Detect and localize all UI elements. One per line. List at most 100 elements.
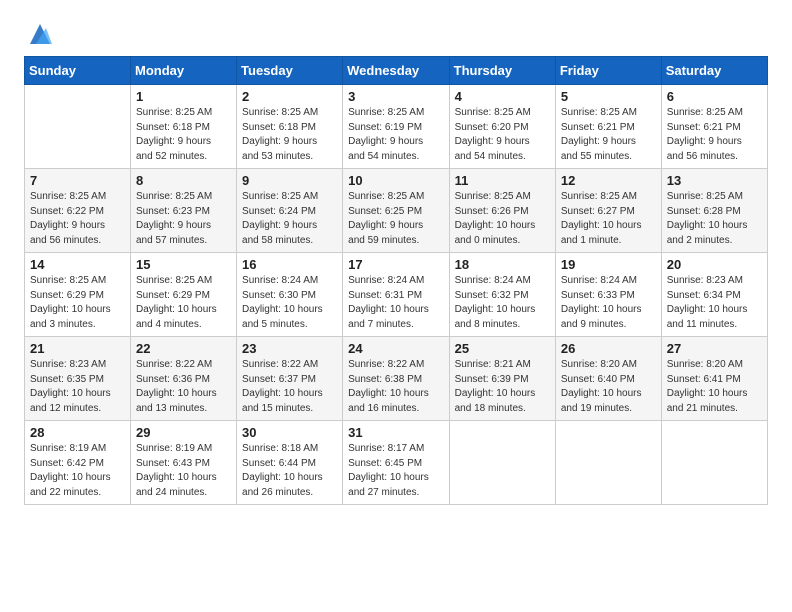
day-number: 11: [455, 173, 550, 188]
calendar-cell: 8 Sunrise: 8:25 AM Sunset: 6:23 PM Daylig…: [131, 169, 237, 253]
day-number: 7: [30, 173, 125, 188]
day-info: Sunrise: 8:20 AM Sunset: 6:40 PM Dayligh…: [561, 358, 656, 416]
day-info: Sunrise: 8:25 AM Sunset: 6:21 PM Dayligh…: [667, 106, 762, 164]
day-number: 10: [348, 173, 443, 188]
day-info: Sunrise: 8:25 AM Sunset: 6:21 PM Dayligh…: [561, 106, 656, 164]
day-number: 13: [667, 173, 762, 188]
day-info: Sunrise: 8:20 AM Sunset: 6:41 PM Dayligh…: [667, 358, 762, 416]
day-info: Sunrise: 8:24 AM Sunset: 6:30 PM Dayligh…: [242, 274, 337, 332]
calendar-cell: 25 Sunrise: 8:21 AM Sunset: 6:39 PM Dayli…: [449, 337, 555, 421]
calendar-cell: 18 Sunrise: 8:24 AM Sunset: 6:32 PM Dayli…: [449, 253, 555, 337]
calendar-cell: 26 Sunrise: 8:20 AM Sunset: 6:40 PM Dayli…: [555, 337, 661, 421]
day-number: 31: [348, 425, 443, 440]
calendar-cell: 6 Sunrise: 8:25 AM Sunset: 6:21 PM Daylig…: [661, 85, 767, 169]
day-info: Sunrise: 8:17 AM Sunset: 6:45 PM Dayligh…: [348, 442, 443, 500]
calendar-cell: 14Sunrise: 8:25 AM Sunset: 6:29 PM Dayli…: [25, 253, 131, 337]
day-info: Sunrise: 8:24 AM Sunset: 6:31 PM Dayligh…: [348, 274, 443, 332]
logo-icon: [26, 20, 54, 48]
week-row-3: 14Sunrise: 8:25 AM Sunset: 6:29 PM Dayli…: [25, 253, 768, 337]
day-number: 4: [455, 89, 550, 104]
day-number: 22: [136, 341, 231, 356]
day-number: 3: [348, 89, 443, 104]
calendar-cell: [449, 421, 555, 505]
day-number: 6: [667, 89, 762, 104]
day-info: Sunrise: 8:25 AM Sunset: 6:22 PM Dayligh…: [30, 190, 125, 248]
day-number: 18: [455, 257, 550, 272]
calendar-cell: 22 Sunrise: 8:22 AM Sunset: 6:36 PM Dayli…: [131, 337, 237, 421]
calendar-cell: 12 Sunrise: 8:25 AM Sunset: 6:27 PM Dayli…: [555, 169, 661, 253]
calendar-cell: 28Sunrise: 8:19 AM Sunset: 6:42 PM Dayli…: [25, 421, 131, 505]
weekday-header-saturday: Saturday: [661, 57, 767, 85]
calendar-cell: 1Sunrise: 8:25 AM Sunset: 6:18 PM Daylig…: [131, 85, 237, 169]
day-number: 19: [561, 257, 656, 272]
day-info: Sunrise: 8:19 AM Sunset: 6:43 PM Dayligh…: [136, 442, 231, 500]
calendar-cell: 16 Sunrise: 8:24 AM Sunset: 6:30 PM Dayli…: [237, 253, 343, 337]
weekday-header-tuesday: Tuesday: [237, 57, 343, 85]
logo: [24, 20, 54, 48]
day-info: Sunrise: 8:18 AM Sunset: 6:44 PM Dayligh…: [242, 442, 337, 500]
day-number: 9: [242, 173, 337, 188]
day-info: Sunrise: 8:25 AM Sunset: 6:29 PM Dayligh…: [136, 274, 231, 332]
calendar-cell: 29 Sunrise: 8:19 AM Sunset: 6:43 PM Dayli…: [131, 421, 237, 505]
calendar-cell: 7 Sunrise: 8:25 AM Sunset: 6:22 PM Daylig…: [25, 169, 131, 253]
week-row-5: 28Sunrise: 8:19 AM Sunset: 6:42 PM Dayli…: [25, 421, 768, 505]
weekday-header-thursday: Thursday: [449, 57, 555, 85]
day-info: Sunrise: 8:23 AM Sunset: 6:34 PM Dayligh…: [667, 274, 762, 332]
calendar-cell: 5Sunrise: 8:25 AM Sunset: 6:21 PM Daylig…: [555, 85, 661, 169]
day-info: Sunrise: 8:22 AM Sunset: 6:37 PM Dayligh…: [242, 358, 337, 416]
calendar-cell: [25, 85, 131, 169]
calendar-cell: 15 Sunrise: 8:25 AM Sunset: 6:29 PM Dayli…: [131, 253, 237, 337]
week-row-4: 21 Sunrise: 8:23 AM Sunset: 6:35 PM Dayli…: [25, 337, 768, 421]
calendar-cell: 21 Sunrise: 8:23 AM Sunset: 6:35 PM Dayli…: [25, 337, 131, 421]
calendar-cell: 27Sunrise: 8:20 AM Sunset: 6:41 PM Dayli…: [661, 337, 767, 421]
calendar-cell: [555, 421, 661, 505]
day-number: 16: [242, 257, 337, 272]
weekday-header-row: SundayMondayTuesdayWednesdayThursdayFrid…: [25, 57, 768, 85]
day-info: Sunrise: 8:21 AM Sunset: 6:39 PM Dayligh…: [455, 358, 550, 416]
calendar-cell: 17 Sunrise: 8:24 AM Sunset: 6:31 PM Dayli…: [343, 253, 449, 337]
calendar-cell: 3Sunrise: 8:25 AM Sunset: 6:19 PM Daylig…: [343, 85, 449, 169]
day-number: 20: [667, 257, 762, 272]
calendar-cell: 23 Sunrise: 8:22 AM Sunset: 6:37 PM Dayli…: [237, 337, 343, 421]
weekday-header-friday: Friday: [555, 57, 661, 85]
calendar-cell: 13 Sunrise: 8:25 AM Sunset: 6:28 PM Dayli…: [661, 169, 767, 253]
day-info: Sunrise: 8:24 AM Sunset: 6:32 PM Dayligh…: [455, 274, 550, 332]
calendar-table: SundayMondayTuesdayWednesdayThursdayFrid…: [24, 56, 768, 505]
day-number: 12: [561, 173, 656, 188]
day-info: Sunrise: 8:22 AM Sunset: 6:38 PM Dayligh…: [348, 358, 443, 416]
week-row-1: 1Sunrise: 8:25 AM Sunset: 6:18 PM Daylig…: [25, 85, 768, 169]
day-info: Sunrise: 8:25 AM Sunset: 6:28 PM Dayligh…: [667, 190, 762, 248]
day-number: 8: [136, 173, 231, 188]
day-number: 17: [348, 257, 443, 272]
day-number: 30: [242, 425, 337, 440]
calendar-cell: 20 Sunrise: 8:23 AM Sunset: 6:34 PM Dayli…: [661, 253, 767, 337]
calendar-cell: 24Sunrise: 8:22 AM Sunset: 6:38 PM Dayli…: [343, 337, 449, 421]
calendar-cell: 31 Sunrise: 8:17 AM Sunset: 6:45 PM Dayli…: [343, 421, 449, 505]
week-row-2: 7 Sunrise: 8:25 AM Sunset: 6:22 PM Daylig…: [25, 169, 768, 253]
calendar-cell: 4Sunrise: 8:25 AM Sunset: 6:20 PM Daylig…: [449, 85, 555, 169]
calendar-cell: 2Sunrise: 8:25 AM Sunset: 6:18 PM Daylig…: [237, 85, 343, 169]
day-info: Sunrise: 8:25 AM Sunset: 6:23 PM Dayligh…: [136, 190, 231, 248]
day-info: Sunrise: 8:25 AM Sunset: 6:26 PM Dayligh…: [455, 190, 550, 248]
day-info: Sunrise: 8:25 AM Sunset: 6:29 PM Dayligh…: [30, 274, 125, 332]
day-info: Sunrise: 8:25 AM Sunset: 6:24 PM Dayligh…: [242, 190, 337, 248]
calendar-cell: 9 Sunrise: 8:25 AM Sunset: 6:24 PM Daylig…: [237, 169, 343, 253]
day-number: 26: [561, 341, 656, 356]
day-number: 15: [136, 257, 231, 272]
weekday-header-monday: Monday: [131, 57, 237, 85]
day-number: 21: [30, 341, 125, 356]
calendar-cell: 19Sunrise: 8:24 AM Sunset: 6:33 PM Dayli…: [555, 253, 661, 337]
weekday-header-sunday: Sunday: [25, 57, 131, 85]
day-info: Sunrise: 8:22 AM Sunset: 6:36 PM Dayligh…: [136, 358, 231, 416]
page-header: [24, 20, 768, 48]
day-number: 2: [242, 89, 337, 104]
day-number: 25: [455, 341, 550, 356]
day-number: 29: [136, 425, 231, 440]
day-info: Sunrise: 8:23 AM Sunset: 6:35 PM Dayligh…: [30, 358, 125, 416]
day-number: 23: [242, 341, 337, 356]
day-info: Sunrise: 8:25 AM Sunset: 6:25 PM Dayligh…: [348, 190, 443, 248]
day-info: Sunrise: 8:19 AM Sunset: 6:42 PM Dayligh…: [30, 442, 125, 500]
calendar-cell: 10 Sunrise: 8:25 AM Sunset: 6:25 PM Dayli…: [343, 169, 449, 253]
day-info: Sunrise: 8:25 AM Sunset: 6:27 PM Dayligh…: [561, 190, 656, 248]
day-number: 1: [136, 89, 231, 104]
